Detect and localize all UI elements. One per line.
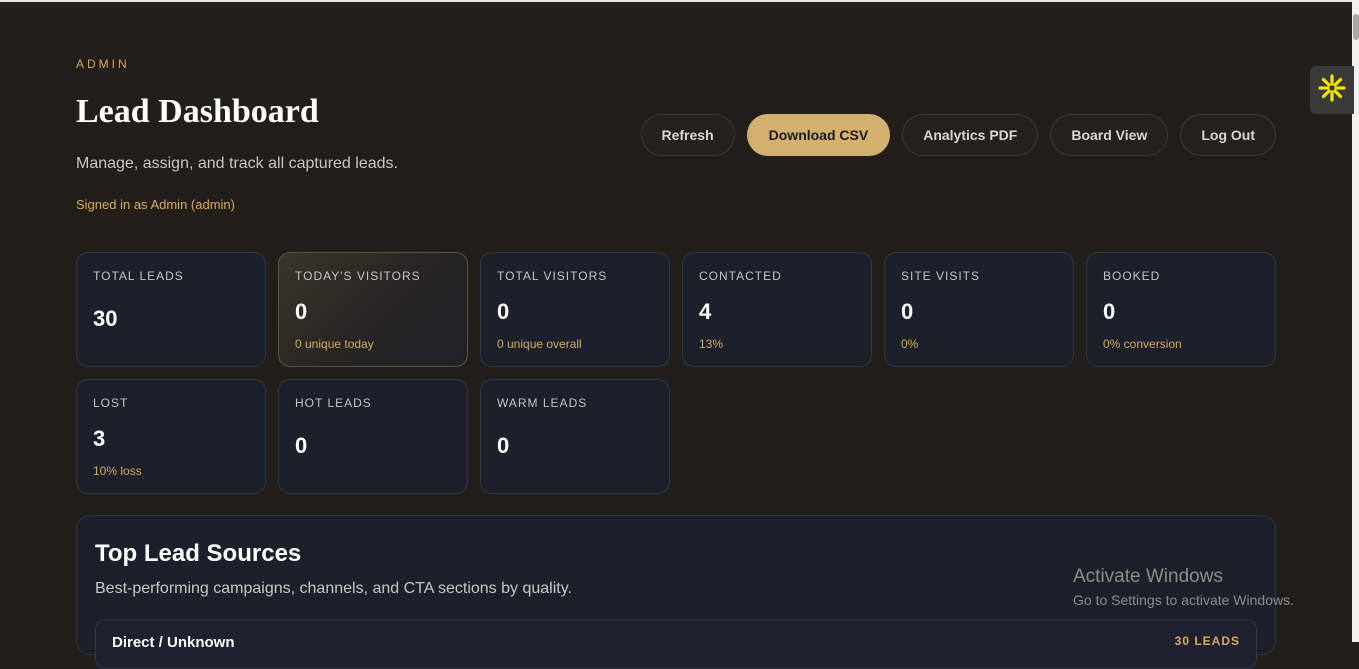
stat-card-booked: BOOKED 0 0% conversion — [1086, 252, 1276, 367]
stat-card-lost: LOST 3 10% loss — [76, 379, 266, 494]
stat-note: 10% loss — [93, 464, 142, 478]
stat-label: SITE VISITS — [901, 269, 981, 283]
stat-value: 0 — [901, 299, 914, 324]
stat-note: 0% — [901, 337, 919, 351]
stat-label: LOST — [93, 396, 129, 410]
stat-card-todays-visitors: TODAY'S VISITORS 0 0 unique today — [278, 252, 468, 367]
window-top-border — [0, 0, 1352, 2]
source-row[interactable]: Direct / Unknown 30 LEADS — [95, 619, 1257, 669]
stat-label: TOTAL VISITORS — [497, 269, 608, 283]
stat-card-hot-leads: HOT LEADS 0 — [278, 379, 468, 494]
board-view-button[interactable]: Board View — [1050, 114, 1169, 156]
stat-value: 3 — [93, 426, 106, 451]
stat-card-contacted: CONTACTED 4 13% — [682, 252, 872, 367]
stat-value: 0 — [295, 433, 308, 458]
analytics-pdf-button[interactable]: Analytics PDF — [902, 114, 1039, 156]
activate-subtitle: Go to Settings to activate Windows. — [1073, 592, 1294, 608]
signed-in-status: Signed in as Admin (admin) — [76, 197, 235, 212]
stat-note: 13% — [699, 337, 724, 351]
stat-card-total-leads: TOTAL LEADS 30 — [76, 252, 266, 367]
stat-card-site-visits: SITE VISITS 0 0% — [884, 252, 1074, 367]
stat-note: 0% conversion — [1103, 337, 1182, 351]
page-title: Lead Dashboard — [76, 93, 319, 130]
stat-label: TODAY'S VISITORS — [295, 269, 421, 283]
stat-card-total-visitors: TOTAL VISITORS 0 0 unique overall — [480, 252, 670, 367]
refresh-button[interactable]: Refresh — [640, 114, 735, 156]
stat-card-warm-leads: WARM LEADS 0 — [480, 379, 670, 494]
stat-value: 0 — [1103, 299, 1116, 324]
stat-label: TOTAL LEADS — [93, 269, 184, 283]
stat-label: BOOKED — [1103, 269, 1161, 283]
stat-label: HOT LEADS — [295, 396, 372, 410]
stat-value: 4 — [699, 299, 712, 324]
log-out-button[interactable]: Log Out — [1180, 114, 1276, 156]
header-actions: Refresh Download CSV Analytics PDF Board… — [640, 114, 1276, 156]
stat-label: WARM LEADS — [497, 396, 588, 410]
stat-value: 0 — [497, 299, 510, 324]
stat-value: 0 — [497, 433, 510, 458]
source-name: Direct / Unknown — [112, 634, 235, 651]
download-csv-button[interactable]: Download CSV — [746, 114, 891, 156]
scrollbar-thumb[interactable] — [1353, 14, 1359, 40]
page-subtitle: Manage, assign, and track all captured l… — [76, 155, 398, 172]
sources-title: Top Lead Sources — [95, 540, 302, 567]
stat-note: 0 unique today — [295, 337, 374, 351]
side-widget-button[interactable] — [1310, 66, 1354, 114]
asterisk-burst-icon — [1317, 73, 1347, 108]
stat-value: 30 — [93, 306, 118, 331]
stats-grid: TOTAL LEADS 30 TODAY'S VISITORS 0 0 uniq… — [76, 252, 1276, 494]
eyebrow-label: ADMIN — [76, 57, 130, 71]
activate-windows-watermark: Activate Windows Go to Settings to activ… — [1073, 566, 1294, 608]
source-lead-count: 30 LEADS — [1174, 634, 1240, 648]
activate-title: Activate Windows — [1073, 566, 1223, 587]
stat-note: 0 unique overall — [497, 337, 582, 351]
stat-label: CONTACTED — [699, 269, 782, 283]
stat-value: 0 — [295, 299, 308, 324]
